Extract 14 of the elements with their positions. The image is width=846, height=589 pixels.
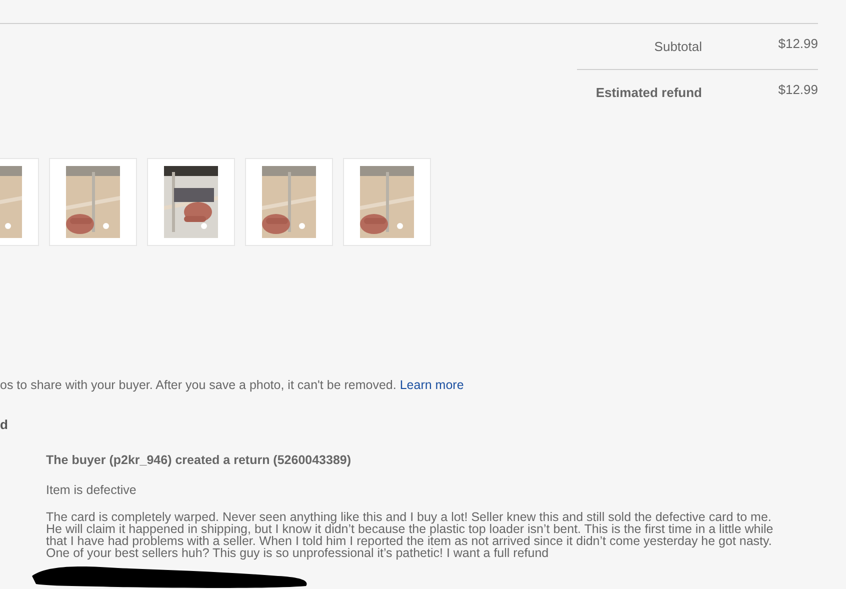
- photo-notice: os to share with your buyer. After you save a photo, it can't be removed. Learn more: [0, 377, 465, 394]
- learn-more-link[interactable]: Learn more: [400, 378, 464, 392]
- summary-amount: $12.99: [777, 80, 818, 98]
- photo-thumbnail[interactable]: [147, 158, 235, 246]
- summary-label: Subtotal: [654, 38, 702, 56]
- summary-label: Estimated refund: [596, 84, 702, 102]
- buyer-comment: The card is completely warped. Never seen anything like this and I buy a lot! Seller knew this and still sold the defective card to me. He will claim it happened in shipping, but I know it didn’t because the plastic top loader isn’t bent. This is the first time in a little while that I have had problems with a seller. When I told him I reported the item as not arrived since it didn’t come yesterday he got nasty. One of your best sellers huh? This guy is so unprofessional it’s pathetic! I want a full refund: [46, 510, 774, 559]
- activity-heading: The buyer (p2kr_946) created a return (5260043389): [46, 452, 352, 470]
- photo-thumbnail[interactable]: [49, 158, 137, 246]
- return-reason: Item is defective: [46, 482, 136, 499]
- summary-amount: $12.99: [777, 35, 818, 53]
- photo-thumbnail[interactable]: [245, 158, 333, 246]
- photo-thumbnail[interactable]: [343, 158, 431, 246]
- section-heading: d: [0, 416, 8, 434]
